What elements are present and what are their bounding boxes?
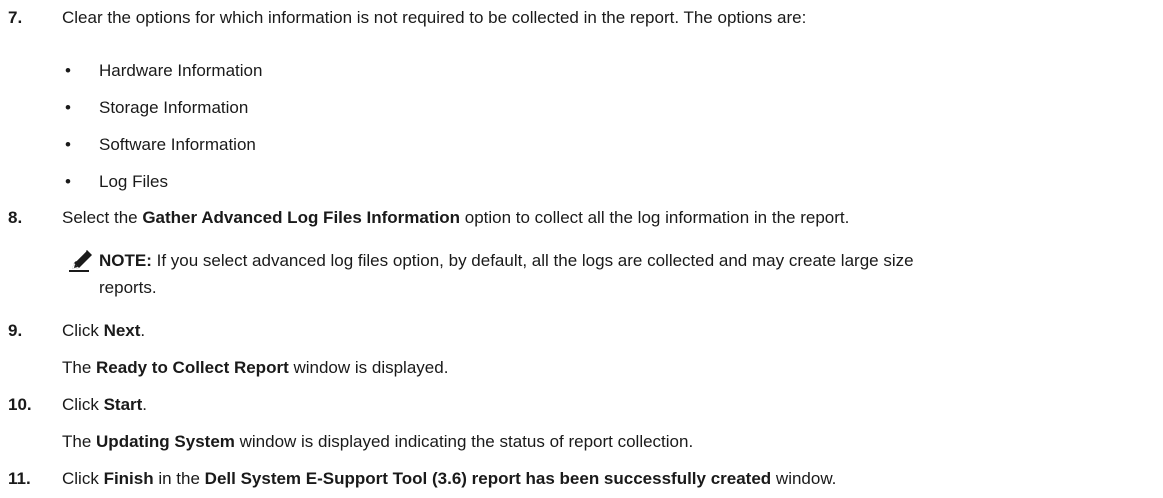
note-line-1: NOTE: If you select advanced log files o… — [99, 250, 914, 272]
step-11-text-after: window. — [771, 469, 837, 488]
step-11-bold-2: Dell System E-Support Tool (3.6) report … — [204, 469, 772, 488]
pencil-icon — [69, 250, 92, 272]
bullet-icon: • — [65, 172, 71, 191]
step-8-text: Select the Gather Advanced Log Files Inf… — [62, 207, 849, 229]
note-line-2: reports. — [99, 278, 157, 297]
step-9-result: The Ready to Collect Report window is di… — [62, 357, 448, 379]
step-9-result-bold: Ready to Collect Report — [96, 358, 289, 377]
step-11-bold-1: Finish — [103, 469, 154, 488]
step-7-text: Clear the options for which information … — [62, 8, 807, 27]
step-11-text-before: Click — [62, 469, 104, 488]
step-9-number: 9. — [8, 321, 23, 340]
list-item: Hardware Information — [99, 61, 263, 80]
step-9-result-before: The — [62, 358, 97, 377]
note-label: NOTE: — [99, 251, 152, 270]
step-11-text-middle: in the — [153, 469, 205, 488]
note-text: If you select advanced log files option,… — [151, 251, 914, 270]
list-item: Software Information — [99, 135, 256, 154]
list-item: Storage Information — [99, 98, 249, 117]
step-11-text: Click Finish in the Dell System E-Suppor… — [62, 468, 836, 490]
step-10-result-bold: Updating System — [96, 432, 235, 451]
step-10-number: 10. — [8, 395, 32, 414]
step-10-result-after: window is displayed indicating the statu… — [234, 432, 694, 451]
step-10-text-after: . — [142, 395, 148, 414]
step-8-number: 8. — [8, 208, 23, 227]
step-10-result: The Updating System window is displayed … — [62, 431, 693, 453]
list-item: Log Files — [99, 172, 168, 191]
step-11-number: 11. — [8, 469, 31, 488]
bullet-icon: • — [65, 61, 71, 80]
step-9-text: Click Next. — [62, 320, 145, 342]
bullet-icon: • — [65, 135, 71, 154]
bullet-icon: • — [65, 98, 71, 117]
step-10-text: Click Start. — [62, 394, 147, 416]
step-10-bold: Start — [103, 395, 143, 414]
step-7-number: 7. — [8, 8, 23, 27]
step-10-result-before: The — [62, 432, 97, 451]
step-10-text-before: Click — [62, 395, 104, 414]
step-8-text-before: Select the — [62, 208, 143, 227]
step-8-text-after: option to collect all the log informatio… — [460, 208, 850, 227]
step-9-text-after: . — [140, 321, 146, 340]
step-9-text-before: Click — [62, 321, 104, 340]
step-9-result-after: window is displayed. — [288, 358, 449, 377]
step-8-bold: Gather Advanced Log Files Information — [142, 208, 461, 227]
step-9-bold: Next — [103, 321, 141, 340]
